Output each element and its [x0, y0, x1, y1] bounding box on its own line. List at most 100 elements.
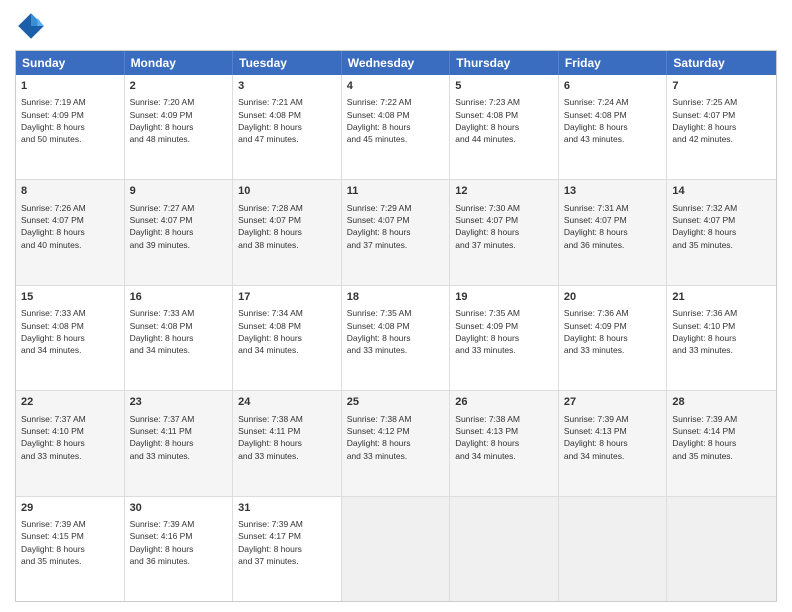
cal-cell-14: 14Sunrise: 7:32 AM Sunset: 4:07 PM Dayli… — [667, 180, 776, 284]
cell-text: Sunrise: 7:23 AM Sunset: 4:08 PM Dayligh… — [455, 96, 553, 145]
cal-cell-28: 28Sunrise: 7:39 AM Sunset: 4:14 PM Dayli… — [667, 391, 776, 495]
cell-text: Sunrise: 7:25 AM Sunset: 4:07 PM Dayligh… — [672, 96, 771, 145]
cal-cell-3: 3 Sunrise: 7:21 AM Sunset: 4:08 PM Daylig… — [233, 75, 342, 179]
header-day-saturday: Saturday — [667, 51, 776, 75]
cell-text: Sunrise: 7:32 AM Sunset: 4:07 PM Dayligh… — [672, 202, 771, 251]
cell-text: Sunrise: 7:26 AM Sunset: 4:07 PM Dayligh… — [21, 202, 119, 251]
cell-text: Sunrise: 7:39 AM Sunset: 4:13 PM Dayligh… — [564, 413, 662, 462]
day-number: 4 — [347, 79, 445, 94]
cell-text: Sunrise: 7:20 AM Sunset: 4:09 PM Dayligh… — [130, 96, 228, 145]
day-number: 15 — [21, 290, 119, 305]
cal-cell-empty-6 — [667, 497, 776, 601]
cell-text: Sunrise: 7:19 AM Sunset: 4:09 PM Dayligh… — [21, 96, 119, 145]
cal-cell-26: 26Sunrise: 7:38 AM Sunset: 4:13 PM Dayli… — [450, 391, 559, 495]
day-number: 9 — [130, 184, 228, 199]
header-day-thursday: Thursday — [450, 51, 559, 75]
week-row-3: 15 Sunrise: 7:33 AM Sunset: 4:08 PM Dayli… — [16, 285, 776, 390]
day-number: 22 — [21, 395, 119, 410]
cal-cell-19: 19 Sunrise: 7:35 AM Sunset: 4:09 PM Dayli… — [450, 286, 559, 390]
header-day-monday: Monday — [125, 51, 234, 75]
page: SundayMondayTuesdayWednesdayThursdayFrid… — [0, 0, 792, 612]
cal-cell-23: 23 Sunrise: 7:37 AM Sunset: 4:11 PM Dayli… — [125, 391, 234, 495]
cell-text: Sunrise: 7:39 AM Sunset: 4:15 PM Dayligh… — [21, 518, 119, 567]
cal-cell-empty-3 — [342, 497, 451, 601]
cell-text: Sunrise: 7:33 AM Sunset: 4:08 PM Dayligh… — [130, 307, 228, 356]
cal-cell-7: 7 Sunrise: 7:25 AM Sunset: 4:07 PM Daylig… — [667, 75, 776, 179]
cal-cell-16: 16 Sunrise: 7:33 AM Sunset: 4:08 PM Dayli… — [125, 286, 234, 390]
week-row-2: 8 Sunrise: 7:26 AM Sunset: 4:07 PM Daylig… — [16, 179, 776, 284]
day-number: 5 — [455, 79, 553, 94]
day-number: 12 — [455, 184, 553, 199]
calendar-body: 1Sunrise: 7:19 AM Sunset: 4:09 PM Daylig… — [16, 75, 776, 601]
day-number: 11 — [347, 184, 445, 199]
cal-cell-13: 13 Sunrise: 7:31 AM Sunset: 4:07 PM Dayli… — [559, 180, 668, 284]
day-number: 31 — [238, 501, 336, 516]
day-number: 23 — [130, 395, 228, 410]
day-number: 28 — [672, 395, 771, 410]
cal-cell-4: 4 Sunrise: 7:22 AM Sunset: 4:08 PM Daylig… — [342, 75, 451, 179]
cal-cell-12: 12 Sunrise: 7:30 AM Sunset: 4:07 PM Dayli… — [450, 180, 559, 284]
day-number: 25 — [347, 395, 445, 410]
logo-icon — [15, 10, 47, 42]
day-number: 27 — [564, 395, 662, 410]
cell-text: Sunrise: 7:34 AM Sunset: 4:08 PM Dayligh… — [238, 307, 336, 356]
cell-text: Sunrise: 7:29 AM Sunset: 4:07 PM Dayligh… — [347, 202, 445, 251]
week-row-1: 1Sunrise: 7:19 AM Sunset: 4:09 PM Daylig… — [16, 75, 776, 179]
cal-cell-22: 22 Sunrise: 7:37 AM Sunset: 4:10 PM Dayli… — [16, 391, 125, 495]
cell-text: Sunrise: 7:30 AM Sunset: 4:07 PM Dayligh… — [455, 202, 553, 251]
cell-text: Sunrise: 7:21 AM Sunset: 4:08 PM Dayligh… — [238, 96, 336, 145]
day-number: 2 — [130, 79, 228, 94]
cal-cell-17: 17 Sunrise: 7:34 AM Sunset: 4:08 PM Dayli… — [233, 286, 342, 390]
cal-cell-1: 1Sunrise: 7:19 AM Sunset: 4:09 PM Daylig… — [16, 75, 125, 179]
cal-cell-29: 29Sunrise: 7:39 AM Sunset: 4:15 PM Dayli… — [16, 497, 125, 601]
cell-text: Sunrise: 7:28 AM Sunset: 4:07 PM Dayligh… — [238, 202, 336, 251]
cell-text: Sunrise: 7:36 AM Sunset: 4:09 PM Dayligh… — [564, 307, 662, 356]
cal-cell-empty-4 — [450, 497, 559, 601]
cal-cell-20: 20 Sunrise: 7:36 AM Sunset: 4:09 PM Dayli… — [559, 286, 668, 390]
cal-cell-9: 9 Sunrise: 7:27 AM Sunset: 4:07 PM Daylig… — [125, 180, 234, 284]
cell-text: Sunrise: 7:36 AM Sunset: 4:10 PM Dayligh… — [672, 307, 771, 356]
cal-cell-15: 15Sunrise: 7:33 AM Sunset: 4:08 PM Dayli… — [16, 286, 125, 390]
cal-cell-8: 8 Sunrise: 7:26 AM Sunset: 4:07 PM Daylig… — [16, 180, 125, 284]
day-number: 10 — [238, 184, 336, 199]
cal-cell-27: 27 Sunrise: 7:39 AM Sunset: 4:13 PM Dayli… — [559, 391, 668, 495]
cell-text: Sunrise: 7:38 AM Sunset: 4:12 PM Dayligh… — [347, 413, 445, 462]
cal-cell-5: 5 Sunrise: 7:23 AM Sunset: 4:08 PM Daylig… — [450, 75, 559, 179]
header-day-friday: Friday — [559, 51, 668, 75]
header-day-tuesday: Tuesday — [233, 51, 342, 75]
cell-text: Sunrise: 7:39 AM Sunset: 4:16 PM Dayligh… — [130, 518, 228, 567]
logo — [15, 10, 51, 42]
cell-text: Sunrise: 7:27 AM Sunset: 4:07 PM Dayligh… — [130, 202, 228, 251]
day-number: 21 — [672, 290, 771, 305]
header-day-sunday: Sunday — [16, 51, 125, 75]
cell-text: Sunrise: 7:37 AM Sunset: 4:10 PM Dayligh… — [21, 413, 119, 462]
cell-text: Sunrise: 7:38 AM Sunset: 4:11 PM Dayligh… — [238, 413, 336, 462]
cal-cell-6: 6Sunrise: 7:24 AM Sunset: 4:08 PM Daylig… — [559, 75, 668, 179]
day-number: 17 — [238, 290, 336, 305]
day-number: 7 — [672, 79, 771, 94]
cal-cell-21: 21 Sunrise: 7:36 AM Sunset: 4:10 PM Dayli… — [667, 286, 776, 390]
cell-text: Sunrise: 7:37 AM Sunset: 4:11 PM Dayligh… — [130, 413, 228, 462]
day-number: 18 — [347, 290, 445, 305]
day-number: 16 — [130, 290, 228, 305]
day-number: 13 — [564, 184, 662, 199]
cal-cell-24: 24Sunrise: 7:38 AM Sunset: 4:11 PM Dayli… — [233, 391, 342, 495]
cal-cell-2: 2 Sunrise: 7:20 AM Sunset: 4:09 PM Daylig… — [125, 75, 234, 179]
calendar: SundayMondayTuesdayWednesdayThursdayFrid… — [15, 50, 777, 602]
header-day-wednesday: Wednesday — [342, 51, 451, 75]
day-number: 3 — [238, 79, 336, 94]
cal-cell-18: 18Sunrise: 7:35 AM Sunset: 4:08 PM Dayli… — [342, 286, 451, 390]
cal-cell-30: 30 Sunrise: 7:39 AM Sunset: 4:16 PM Dayli… — [125, 497, 234, 601]
day-number: 26 — [455, 395, 553, 410]
header — [15, 10, 777, 42]
cell-text: Sunrise: 7:39 AM Sunset: 4:17 PM Dayligh… — [238, 518, 336, 567]
day-number: 30 — [130, 501, 228, 516]
day-number: 19 — [455, 290, 553, 305]
cell-text: Sunrise: 7:31 AM Sunset: 4:07 PM Dayligh… — [564, 202, 662, 251]
day-number: 20 — [564, 290, 662, 305]
day-number: 8 — [21, 184, 119, 199]
cell-text: Sunrise: 7:22 AM Sunset: 4:08 PM Dayligh… — [347, 96, 445, 145]
week-row-5: 29Sunrise: 7:39 AM Sunset: 4:15 PM Dayli… — [16, 496, 776, 601]
cell-text: Sunrise: 7:35 AM Sunset: 4:09 PM Dayligh… — [455, 307, 553, 356]
calendar-header: SundayMondayTuesdayWednesdayThursdayFrid… — [16, 51, 776, 75]
